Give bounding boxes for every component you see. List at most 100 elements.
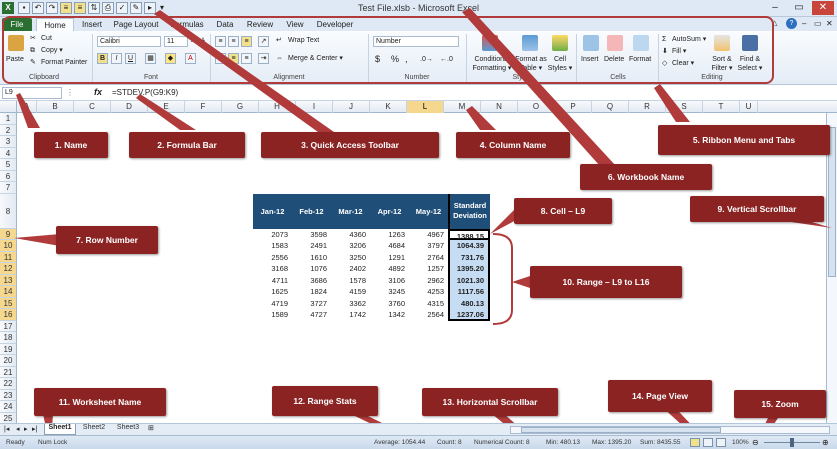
table-cell[interactable]: 4159 [331,286,370,298]
table-cell[interactable]: 3598 [292,229,331,241]
table-cell[interactable]: 2073 [253,229,292,241]
table-cell[interactable]: 3686 [292,275,331,287]
insert-sheet-icon[interactable]: ⊞ [148,424,154,432]
row-header-19[interactable]: 19 [0,343,17,355]
row-header-21[interactable]: 21 [0,366,17,378]
row-header-1[interactable]: 1 [0,113,17,125]
table-cell[interactable]: 3760 [370,298,409,310]
std-dev-cell[interactable]: 1237.06 [448,309,490,321]
table-cell[interactable]: 1625 [253,286,292,298]
row-header-17[interactable]: 17 [0,320,17,332]
zoom-slider-thumb[interactable] [790,438,794,447]
horizontal-scroll-thumb[interactable] [521,427,721,433]
table-cell[interactable]: 3206 [331,240,370,252]
zoom-out-icon[interactable]: ⊖ [752,438,759,447]
help-icon[interactable]: ? [786,18,797,29]
row-header-7[interactable]: 7 [0,182,17,194]
row-header-22[interactable]: 22 [0,378,17,390]
maximize-button[interactable]: ▭ [788,1,810,15]
table-cell[interactable]: 1583 [253,240,292,252]
std-dev-cell[interactable]: 731.76 [448,251,490,263]
column-header-r[interactable]: R [629,101,666,113]
row-header-4[interactable]: 4 [0,147,17,159]
column-header-i[interactable]: I [296,101,333,113]
column-header-e[interactable]: E [148,101,185,113]
active-cell-l9[interactable]: 1388.15 [448,228,490,241]
column-header-u[interactable]: U [740,101,758,113]
row-header-10[interactable]: 10 [0,240,17,252]
column-header-j[interactable]: J [333,101,370,113]
std-dev-cell[interactable]: 1395.20 [448,263,490,275]
table-cell[interactable]: 2962 [409,275,448,287]
select-all-corner[interactable] [0,101,17,113]
normal-view-icon[interactable] [690,438,700,447]
table-cell[interactable]: 4719 [253,298,292,310]
sheet-nav-last-icon[interactable]: ▸| [32,425,37,433]
column-header-c[interactable]: C [74,101,111,113]
table-cell[interactable]: 3797 [409,240,448,252]
std-dev-cell[interactable]: 1021.30 [448,274,490,286]
name-box[interactable]: L9 [2,87,62,99]
workbook-minimize-icon[interactable]: – [802,19,806,28]
table-cell[interactable]: 2491 [292,240,331,252]
column-header-o[interactable]: O [518,101,555,113]
std-dev-cell[interactable]: 1117.56 [448,286,490,298]
column-header-k[interactable]: K [370,101,407,113]
horizontal-scrollbar[interactable] [510,426,830,434]
sheet-tab-1[interactable]: Sheet1 [44,424,76,435]
row-header-11[interactable]: 11 [0,251,17,263]
row-header-12[interactable]: 12 [0,263,17,275]
vertical-scrollbar[interactable] [826,113,837,423]
table-cell[interactable]: 3727 [292,298,331,310]
sheet-tab-3[interactable]: Sheet3 [112,424,144,435]
row-header-14[interactable]: 14 [0,286,17,298]
row-header-5[interactable]: 5 [0,159,17,171]
table-cell[interactable]: 4967 [409,229,448,241]
row-header-3[interactable]: 3 [0,136,17,148]
column-header-g[interactable]: G [222,101,259,113]
sheet-nav-prev-icon[interactable]: ◂ [16,425,20,433]
table-cell[interactable]: 3106 [370,275,409,287]
column-header-n[interactable]: N [481,101,518,113]
row-header-13[interactable]: 13 [0,274,17,286]
table-cell[interactable]: 4892 [370,263,409,275]
row-header-20[interactable]: 20 [0,355,17,367]
table-cell[interactable]: 1578 [331,275,370,287]
std-dev-cell[interactable]: 480.13 [448,297,490,309]
table-cell[interactable]: 4360 [331,229,370,241]
column-header-m[interactable]: M [444,101,481,113]
table-cell[interactable]: 1742 [331,309,370,321]
column-header-s[interactable]: S [666,101,703,113]
sheet-nav-first-icon[interactable]: |◂ [4,425,9,433]
table-cell[interactable]: 4727 [292,309,331,321]
table-cell[interactable]: 2764 [409,252,448,264]
table-cell[interactable]: 1824 [292,286,331,298]
workbook-restore-icon[interactable]: ▭ [814,19,822,28]
page-break-view-icon[interactable] [716,438,726,447]
table-cell[interactable]: 1291 [370,252,409,264]
minimize-button[interactable]: – [764,1,786,15]
table-cell[interactable]: 3250 [331,252,370,264]
column-header-b[interactable]: B [37,101,74,113]
sheet-tab-2[interactable]: Sheet2 [78,424,110,435]
close-button[interactable]: ✕ [812,1,834,15]
table-cell[interactable]: 3245 [370,286,409,298]
row-header-23[interactable]: 23 [0,389,17,401]
table-cell[interactable]: 1342 [370,309,409,321]
table-cell[interactable]: 1076 [292,263,331,275]
column-header-l[interactable]: L [407,101,444,113]
column-header-d[interactable]: D [111,101,148,113]
column-header-h[interactable]: H [259,101,296,113]
table-cell[interactable]: 1263 [370,229,409,241]
column-header-q[interactable]: Q [592,101,629,113]
column-header-f[interactable]: F [185,101,222,113]
row-header-24[interactable]: 24 [0,401,17,413]
row-header-8[interactable]: 8 [0,193,17,229]
table-cell[interactable]: 3168 [253,263,292,275]
table-cell[interactable]: 4253 [409,286,448,298]
zoom-level[interactable]: 100% [732,439,749,446]
row-header-18[interactable]: 18 [0,332,17,344]
table-cell[interactable]: 4315 [409,298,448,310]
sheet-nav-next-icon[interactable]: ▸ [24,425,28,433]
column-header-t[interactable]: T [703,101,740,113]
